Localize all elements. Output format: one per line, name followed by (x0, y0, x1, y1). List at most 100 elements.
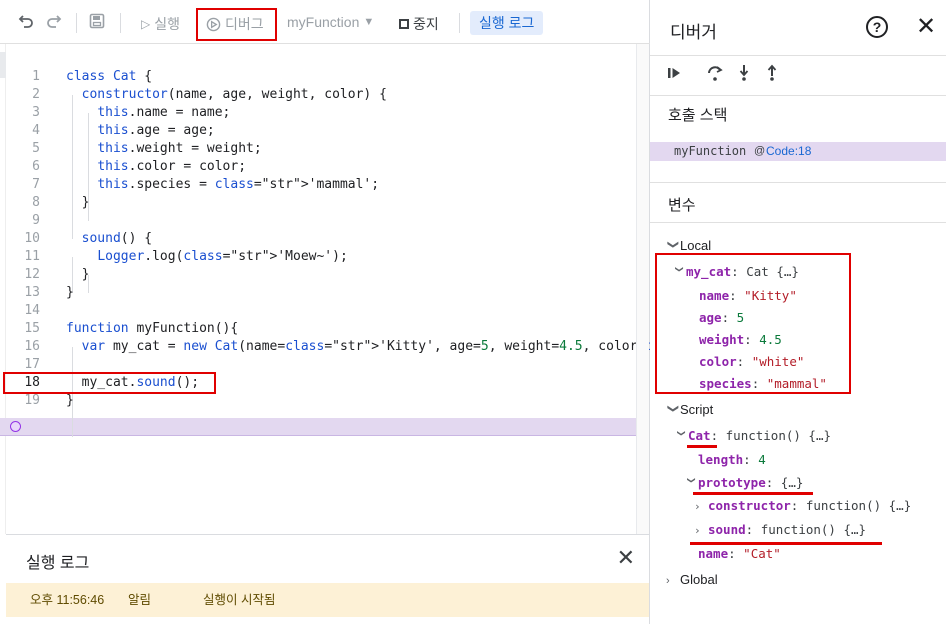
step-out-button[interactable] (764, 64, 780, 87)
function-select[interactable]: myFunction ▼ (287, 14, 374, 30)
code-line[interactable]: 5 this.weight = weight; (6, 140, 637, 158)
code-text: this.color = color; (97, 159, 247, 174)
line-number[interactable]: 11 (6, 248, 40, 266)
var-sound[interactable]: › sound: function() {…} (694, 521, 866, 540)
code-line[interactable]: 10 sound() { (6, 230, 637, 248)
frame-at: @ (754, 145, 766, 157)
close-icon: ✕ (616, 545, 635, 570)
line-number[interactable]: 12 (6, 266, 40, 284)
run-button[interactable]: ▷ 실행 (141, 14, 180, 34)
exec-log-label: 실행 로그 (479, 15, 535, 31)
code-line[interactable]: 13} (6, 284, 637, 302)
var-cat[interactable]: ❯Cat: function() {…} (674, 427, 831, 446)
function-select-value: myFunction (287, 14, 360, 30)
exec-log-title: 실행 로그 (26, 555, 90, 572)
run-label: 실행 (154, 16, 180, 32)
var-prototype[interactable]: ❯prototype: {…} (684, 474, 803, 493)
log-entry: 오후 11:56:46 알림 실행이 시작됨 (6, 583, 649, 617)
var-name: length (698, 452, 744, 467)
line-number[interactable]: 5 (6, 140, 40, 158)
var-name: constructor (708, 498, 791, 513)
line-number[interactable]: 1 (6, 68, 40, 86)
code-text: class Cat { (66, 69, 153, 84)
scope-local-label: Local (680, 238, 712, 253)
code-text: constructor(name, age, weight, color) { (81, 87, 387, 102)
annotation-box-debug (196, 8, 277, 41)
close-log-button[interactable]: ✕ (617, 545, 635, 571)
line-number[interactable]: 16 (6, 338, 40, 356)
var-length: length: 4 (698, 452, 766, 467)
redo-icon (47, 15, 62, 28)
step-into-button[interactable] (736, 64, 752, 87)
help-button[interactable]: ? (866, 16, 888, 38)
call-stack-frame[interactable]: myFunction @ Code:18 (650, 142, 946, 161)
code-line[interactable]: 8 } (6, 194, 637, 212)
var-constructor[interactable]: › constructor: function() {…} (694, 497, 911, 516)
code-line[interactable]: 16 var my_cat = new Cat(name=class="str"… (6, 338, 809, 356)
line-number[interactable]: 2 (6, 86, 40, 104)
line-number[interactable]: 10 (6, 230, 40, 248)
code-editor[interactable]: 1 class Cat { 2 constructor(name, age, wei… (0, 44, 810, 534)
line-number[interactable]: 6 (6, 158, 40, 176)
line-number[interactable]: 4 (6, 122, 40, 140)
code-line[interactable]: 1 class Cat { (6, 68, 637, 86)
line-number[interactable]: 13 (6, 284, 40, 302)
close-debugger-button[interactable]: ✕ (916, 12, 936, 41)
code-line[interactable]: 15 function myFunction(){ (6, 320, 637, 338)
current-line-highlight (0, 418, 643, 436)
code-text: } (66, 393, 74, 408)
chevron-down-icon: ❯ (667, 404, 679, 414)
resume-icon (668, 68, 680, 78)
dropdown-caret-icon: ▼ (363, 16, 375, 28)
line-number[interactable]: 14 (6, 302, 40, 320)
chevron-down-icon: ❯ (685, 477, 698, 484)
chevron-right-icon: › (694, 524, 701, 537)
line-number[interactable]: 8 (6, 194, 40, 212)
var-value: function() {…} (725, 428, 831, 443)
stop-button[interactable]: 중지 (399, 14, 439, 34)
scope-global[interactable]: › Global (666, 571, 718, 590)
exec-log-button[interactable]: 실행 로그 (470, 11, 544, 35)
exec-log-panel: 실행 로그 ✕ 오후 11:56:46 알림 실행이 시작됨 (6, 534, 649, 624)
editor-scrollbar[interactable] (636, 44, 649, 534)
step-over-button[interactable] (706, 64, 724, 87)
step-into-icon (739, 65, 749, 81)
save-button[interactable] (89, 13, 105, 29)
line-number[interactable]: 19 (6, 392, 40, 410)
chevron-down-icon: ❯ (667, 240, 679, 250)
code-line[interactable]: 12 } (6, 266, 637, 284)
code-line[interactable]: 6 this.color = color; (6, 158, 637, 176)
scope-script[interactable]: ❯Script (666, 401, 713, 420)
code-line[interactable]: 11 Logger.log(class="str">'Moew~'); (6, 248, 637, 266)
var-name: prototype (698, 475, 766, 490)
code-line[interactable]: 4 this.age = age; (6, 122, 637, 140)
frame-function: myFunction (674, 144, 747, 158)
undo-button[interactable] (18, 13, 34, 29)
code-line[interactable]: 3 this.name = name; (6, 104, 637, 122)
code-text: Logger.log(class="str">'Moew~'); (97, 249, 348, 264)
line-number[interactable]: 15 (6, 320, 40, 338)
log-level: 알림 (128, 593, 152, 607)
frame-location-link[interactable]: Code:18 (766, 142, 811, 161)
code-line[interactable]: 19} (6, 392, 637, 410)
var-value: function() {…} (805, 498, 912, 513)
code-text: this.name = name; (97, 105, 231, 120)
redo-button[interactable] (46, 13, 62, 29)
var-name: Cat (688, 428, 711, 443)
var-name: sound (708, 522, 746, 537)
code-text: this.age = age; (97, 123, 215, 138)
code-line[interactable]: 9 (6, 212, 637, 230)
resume-button[interactable] (666, 65, 682, 86)
code-line[interactable]: 2 constructor(name, age, weight, color) … (6, 86, 637, 104)
code-line[interactable]: 7 this.species = class="str">'mammal'; (6, 176, 637, 194)
line-number[interactable]: 7 (6, 176, 40, 194)
line-number[interactable]: 3 (6, 104, 40, 122)
breakpoint-marker[interactable] (10, 421, 21, 432)
code-text: this.weight = weight; (97, 141, 262, 156)
line-number[interactable]: 9 (6, 212, 40, 230)
code-line[interactable]: 14 (6, 302, 637, 320)
log-message: 실행이 시작됨 (203, 593, 276, 607)
help-icon: ? (872, 19, 882, 35)
var-name: name (698, 546, 729, 561)
editor-toolbar: ▷ 실행 디버그 myFunction ▼ 중지 실행 로그 (0, 0, 650, 44)
